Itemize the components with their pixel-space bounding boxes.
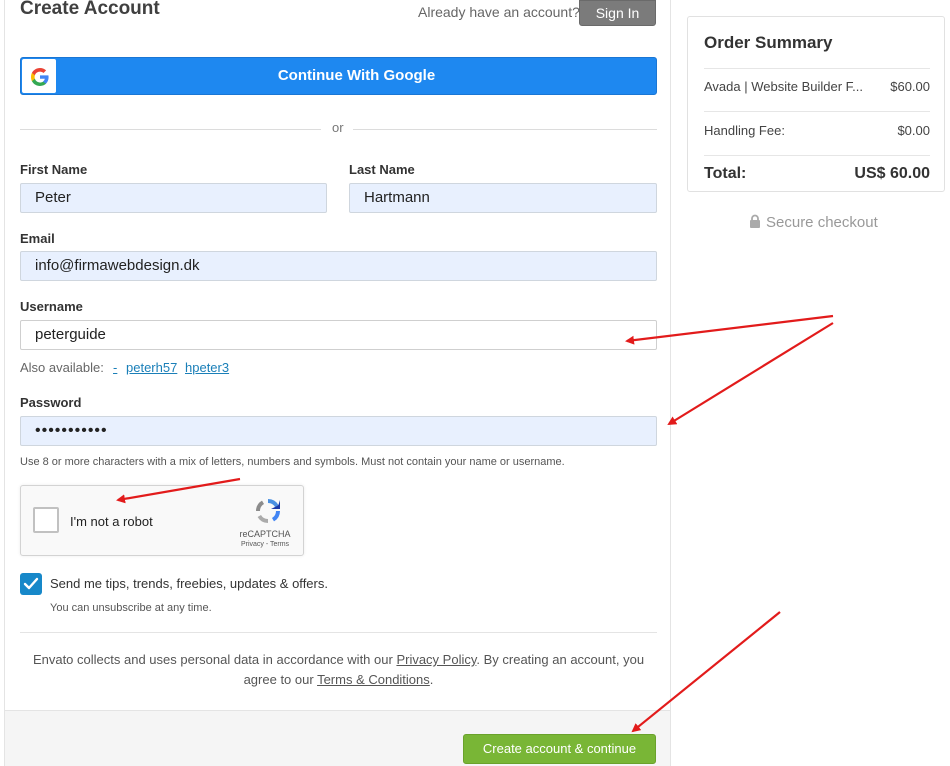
summary-divider: [704, 68, 930, 69]
tips-checkbox[interactable]: [20, 573, 42, 595]
order-summary-panel: Order Summary Avada | Website Builder F.…: [687, 16, 945, 192]
also-available-label: Also available:: [20, 360, 104, 375]
page: Create Account Already have an account? …: [0, 0, 950, 766]
continue-with-google-button[interactable]: Continue With Google: [20, 57, 657, 95]
annotation-arrow-password: [667, 322, 834, 426]
first-name-label: First Name: [20, 162, 88, 177]
divider-left: [20, 129, 321, 130]
summary-divider: [704, 111, 930, 112]
total-label: Total:: [704, 165, 747, 182]
divider-right: [353, 129, 657, 130]
google-logo-icon: [22, 59, 56, 93]
privacy-policy-link[interactable]: Privacy Policy: [396, 652, 476, 667]
have-account-text: Already have an account?: [418, 4, 580, 20]
handling-fee-value: $0.00: [897, 123, 930, 138]
username-field[interactable]: peterguide: [20, 320, 657, 350]
sign-in-button[interactable]: Sign In: [579, 0, 656, 26]
tips-label: Send me tips, trends, freebies, updates …: [50, 576, 328, 591]
password-hint: Use 8 or more characters with a mix of l…: [20, 456, 565, 468]
summary-divider: [704, 155, 930, 156]
password-label: Password: [20, 395, 82, 410]
continue-with-google-label: Continue With Google: [277, 67, 436, 84]
page-title: Create Account: [20, 0, 160, 19]
email-field[interactable]: info@firmawebdesign.dk: [20, 251, 657, 281]
section-divider: [20, 632, 657, 633]
lock-icon: [750, 214, 760, 228]
privacy-text-3: .: [429, 672, 434, 687]
email-label: Email: [20, 231, 55, 246]
checkmark-icon: [23, 577, 39, 590]
recaptcha-checkbox[interactable]: [33, 507, 59, 533]
secure-checkout-label: Secure checkout: [766, 214, 878, 231]
create-account-button[interactable]: Create account & continue: [463, 734, 656, 764]
unsubscribe-note: You can unsubscribe at any time.: [50, 602, 212, 614]
summary-item-label: Avada | Website Builder F...: [704, 79, 863, 94]
username-suggestion-link[interactable]: peterh57: [126, 360, 177, 375]
secure-checkout: Secure checkout: [749, 214, 878, 231]
last-name-field[interactable]: Hartmann: [349, 183, 657, 213]
total-value: US$ 60.00: [854, 165, 930, 182]
summary-item-price: $60.00: [890, 79, 930, 94]
divider-or-text: or: [332, 120, 344, 135]
username-suggestion-link[interactable]: hpeter3: [185, 360, 229, 375]
recaptcha-logo-icon: [253, 496, 283, 531]
terms-conditions-link[interactable]: Terms & Conditions: [317, 672, 430, 687]
privacy-notice: Envato collects and uses personal data i…: [20, 650, 657, 690]
recaptcha-brand: reCAPTCHA: [239, 529, 291, 539]
recaptcha-privacy-terms[interactable]: Privacy - Terms: [226, 541, 304, 548]
last-name-label: Last Name: [349, 162, 415, 177]
username-suggestion-link[interactable]: -: [113, 360, 117, 375]
privacy-text-1: Envato collects and uses personal data i…: [32, 652, 397, 667]
username-label: Username: [20, 299, 83, 314]
recaptcha-label: I'm not a robot: [70, 514, 153, 529]
first-name-field[interactable]: Peter: [20, 183, 327, 213]
handling-fee-label: Handling Fee:: [704, 123, 785, 138]
order-summary-title: Order Summary: [704, 33, 833, 52]
recaptcha-widget: I'm not a robot reCAPTCHA Privacy - Term…: [20, 485, 304, 556]
password-field[interactable]: •••••••••••: [20, 416, 657, 446]
create-account-panel: Create Account Already have an account? …: [4, 0, 671, 766]
